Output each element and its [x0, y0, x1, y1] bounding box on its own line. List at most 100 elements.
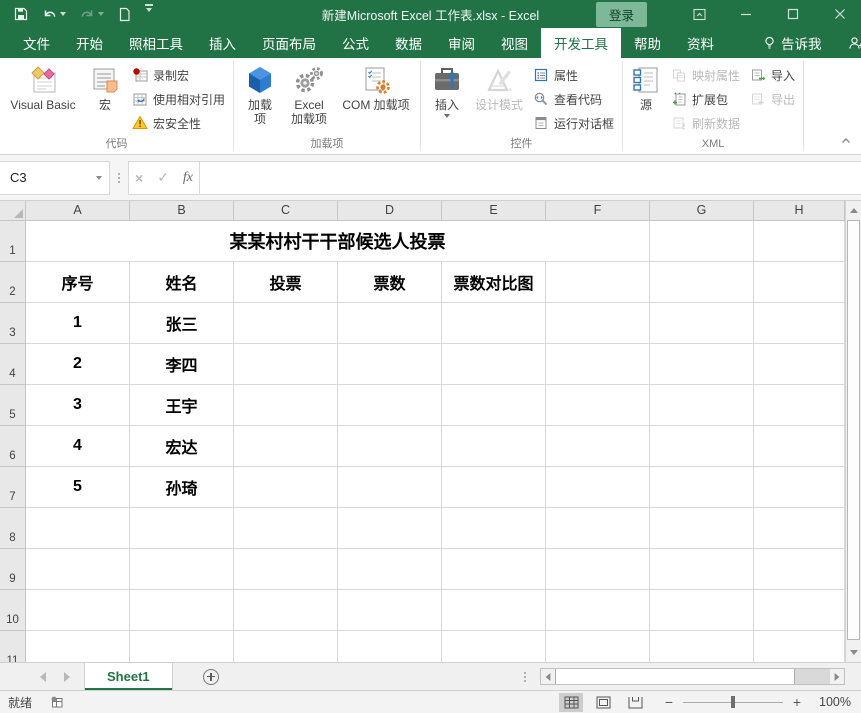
com-addins-button[interactable]: COM 加载项 [335, 59, 417, 112]
record-macro-button[interactable]: 录制宏 [127, 63, 230, 87]
normal-view-button[interactable] [559, 693, 583, 712]
row-header-7[interactable]: 7 [0, 467, 26, 508]
row-header-5[interactable]: 5 [0, 385, 26, 426]
cell-G5[interactable] [650, 385, 754, 426]
minimize-button[interactable] [729, 0, 763, 28]
zoom-level[interactable]: 100% [811, 695, 851, 709]
view-code-button[interactable]: 查看代码 [528, 87, 619, 111]
cell-F9[interactable] [546, 549, 650, 590]
cell-A10[interactable] [26, 590, 130, 631]
tab-camera-tools[interactable]: 照相工具 [116, 28, 196, 58]
cell-E5[interactable] [442, 385, 546, 426]
cell-H2[interactable] [754, 262, 845, 303]
cell-D11[interactable] [338, 631, 442, 662]
tab-formulas[interactable]: 公式 [329, 28, 382, 58]
cell-A5[interactable]: 3 [26, 385, 130, 426]
cell-B5[interactable]: 王宇 [130, 385, 234, 426]
cell-E2[interactable]: 票数对比图 [442, 262, 546, 303]
cell-B9[interactable] [130, 549, 234, 590]
row-header-11[interactable]: 11 [0, 631, 26, 662]
tab-view[interactable]: 视图 [488, 28, 541, 58]
cell-B10[interactable] [130, 590, 234, 631]
cell-C11[interactable] [234, 631, 338, 662]
cell-B11[interactable] [130, 631, 234, 662]
cell-A11[interactable] [26, 631, 130, 662]
cell-G8[interactable] [650, 508, 754, 549]
cell-A8[interactable] [26, 508, 130, 549]
cell-C9[interactable] [234, 549, 338, 590]
cell-H10[interactable] [754, 590, 845, 631]
cell-G4[interactable] [650, 344, 754, 385]
cell-E9[interactable] [442, 549, 546, 590]
cell-D5[interactable] [338, 385, 442, 426]
cell-A2[interactable]: 序号 [26, 262, 130, 303]
row-header-10[interactable]: 10 [0, 590, 26, 631]
ribbon-display-options-icon[interactable] [682, 0, 716, 28]
col-header-A[interactable]: A [26, 201, 130, 221]
tab-home[interactable]: 开始 [63, 28, 116, 58]
cell-F11[interactable] [546, 631, 650, 662]
cell-D10[interactable] [338, 590, 442, 631]
tab-info[interactable]: 资料 [674, 28, 727, 58]
zoom-in-button[interactable]: + [791, 694, 803, 710]
cell-A4[interactable]: 2 [26, 344, 130, 385]
tab-review[interactable]: 审阅 [435, 28, 488, 58]
cell-F8[interactable] [546, 508, 650, 549]
macros-button[interactable]: 宏 [83, 59, 127, 112]
scroll-left-icon[interactable] [541, 669, 555, 684]
formula-bar-splitter[interactable] [110, 173, 128, 183]
cell-G11[interactable] [650, 631, 754, 662]
cell-E8[interactable] [442, 508, 546, 549]
close-button[interactable] [823, 0, 857, 28]
cell-B8[interactable] [130, 508, 234, 549]
cell-F3[interactable] [546, 303, 650, 344]
row-header-3[interactable]: 3 [0, 303, 26, 344]
cell-C3[interactable] [234, 303, 338, 344]
horizontal-scroll-thumb[interactable] [555, 669, 795, 684]
cell-H6[interactable] [754, 426, 845, 467]
cell-B7[interactable]: 孙琦 [130, 467, 234, 508]
cell-D9[interactable] [338, 549, 442, 590]
cell-G9[interactable] [650, 549, 754, 590]
cell-F2[interactable] [546, 262, 650, 303]
touch-mode-icon[interactable] [118, 4, 131, 24]
cell-E11[interactable] [442, 631, 546, 662]
cell-A9[interactable] [26, 549, 130, 590]
cell-C10[interactable] [234, 590, 338, 631]
scroll-right-icon[interactable] [830, 669, 844, 684]
zoom-slider[interactable] [683, 696, 783, 708]
insert-controls-button[interactable]: 插入 [424, 59, 470, 118]
zoom-out-button[interactable]: − [663, 694, 675, 710]
cell-F4[interactable] [546, 344, 650, 385]
collapse-ribbon-button[interactable] [841, 136, 851, 146]
share-button[interactable]: 共享 [835, 28, 861, 58]
cell-B4[interactable]: 李四 [130, 344, 234, 385]
cell-F10[interactable] [546, 590, 650, 631]
cell-G2[interactable] [650, 262, 754, 303]
page-layout-view-button[interactable] [591, 693, 615, 712]
cell-A1[interactable]: 某某村村干干部候选人投票 [26, 221, 650, 262]
cell-B3[interactable]: 张三 [130, 303, 234, 344]
name-box[interactable]: C3 [0, 161, 110, 195]
cell-G3[interactable] [650, 303, 754, 344]
cell-G10[interactable] [650, 590, 754, 631]
tab-file[interactable]: 文件 [10, 28, 63, 58]
vertical-scrollbar[interactable] [845, 201, 861, 662]
sign-in-button[interactable]: 登录 [596, 2, 647, 27]
cancel-entry-button[interactable]: × [135, 170, 143, 186]
cell-C8[interactable] [234, 508, 338, 549]
cell-D4[interactable] [338, 344, 442, 385]
row-header-9[interactable]: 9 [0, 549, 26, 590]
cell-H1[interactable] [754, 221, 845, 262]
addins-button[interactable]: 加载项 [237, 59, 283, 126]
cell-H11[interactable] [754, 631, 845, 662]
insert-function-button[interactable]: fx [183, 170, 193, 186]
cell-B2[interactable]: 姓名 [130, 262, 234, 303]
tab-developer[interactable]: 开发工具 [541, 28, 621, 58]
row-header-8[interactable]: 8 [0, 508, 26, 549]
cell-H4[interactable] [754, 344, 845, 385]
cell-C4[interactable] [234, 344, 338, 385]
prev-sheet-icon[interactable] [40, 672, 46, 682]
cell-H7[interactable] [754, 467, 845, 508]
col-header-F[interactable]: F [546, 201, 650, 221]
